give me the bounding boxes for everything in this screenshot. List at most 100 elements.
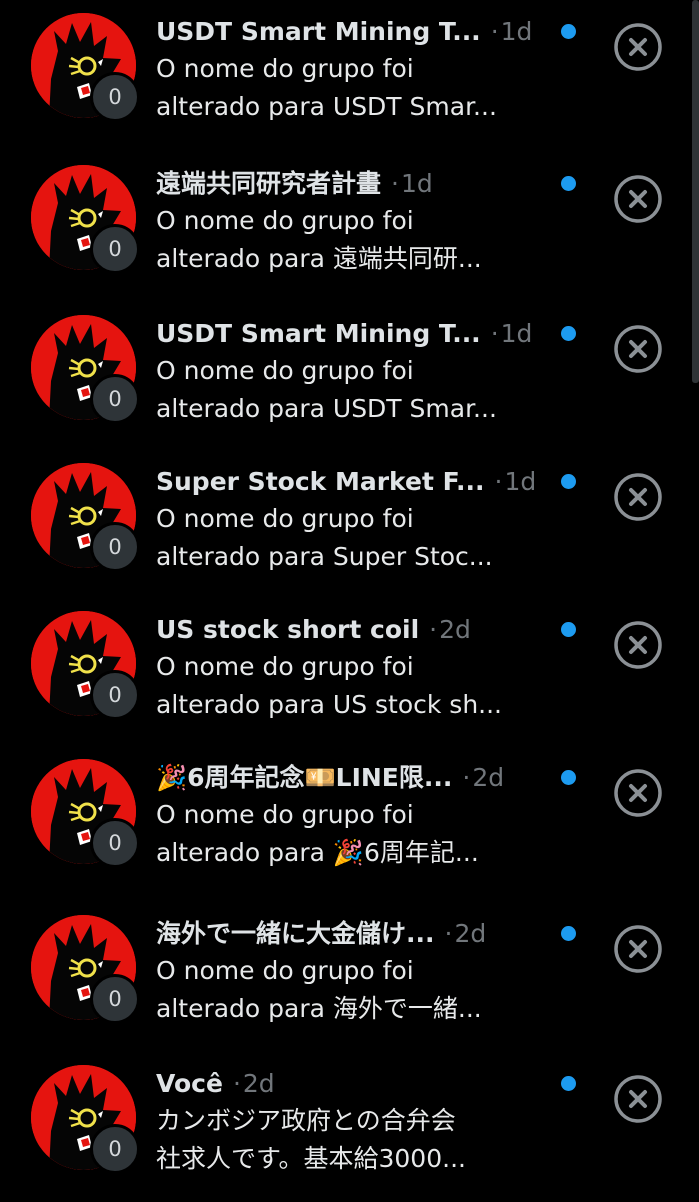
preview-line-2: alterado para 遠端共同研... — [156, 244, 482, 273]
message-preview: O nome do grupo foi alterado para USDT S… — [156, 50, 556, 126]
conversation-list: 0 USDT Smart Mining T... ·1d O nome do gr… — [0, 0, 699, 1200]
scrollbar[interactable] — [692, 0, 699, 1200]
count-badge: 0 — [90, 818, 140, 868]
avatar[interactable]: 0 — [31, 165, 140, 274]
avatar[interactable]: 0 — [31, 915, 140, 1024]
dismiss-button[interactable] — [613, 174, 663, 224]
dismiss-button[interactable] — [613, 620, 663, 670]
count-badge: 0 — [90, 522, 140, 572]
preview-line-1: カンボジア政府との合弁会 — [156, 1106, 456, 1135]
preview-line-2: alterado para 🎉6周年記... — [156, 838, 479, 867]
preview-line-1: O nome do grupo foi — [156, 800, 414, 829]
dismiss-button[interactable] — [613, 924, 663, 974]
close-circle-icon — [614, 175, 662, 223]
timestamp: 2d — [439, 615, 471, 644]
dismiss-button[interactable] — [613, 768, 663, 818]
conversation-row[interactable]: 0 遠端共同研究者計畫 ·1d O nome do grupo foi alter… — [0, 152, 692, 302]
timestamp: 1d — [500, 17, 533, 46]
preview-line-2: alterado para 海外で一緒... — [156, 994, 482, 1023]
avatar[interactable]: 0 — [31, 315, 140, 424]
conversation-row[interactable]: 0 🎉6周年記念💴LINE限... ·2d O nome do grupo foi… — [0, 746, 692, 896]
conversation-title: 遠端共同研究者計畫 — [156, 169, 382, 198]
count-badge: 0 — [90, 374, 140, 424]
dismiss-button[interactable] — [613, 472, 663, 522]
conversation-header: Super Stock Market F... ·1d — [156, 464, 556, 500]
conversation-row[interactable]: 0 Super Stock Market F... ·1d O nome do g… — [0, 450, 692, 600]
unread-indicator — [561, 622, 576, 637]
message-preview: O nome do grupo foi alterado para Super … — [156, 500, 556, 576]
unread-indicator — [561, 326, 576, 341]
preview-line-1: O nome do grupo foi — [156, 206, 414, 235]
conversation-row[interactable]: 0 USDT Smart Mining T... ·1d O nome do gr… — [0, 0, 692, 150]
dismiss-button[interactable] — [613, 324, 663, 374]
conversation-header: 🎉6周年記念💴LINE限... ·2d — [156, 760, 556, 796]
conversation-title: USDT Smart Mining T... — [156, 319, 481, 348]
separator-dot: · — [462, 763, 471, 792]
count-badge: 0 — [90, 224, 140, 274]
conversation-header: Você ·2d — [156, 1066, 556, 1102]
dismiss-button[interactable] — [613, 1074, 663, 1124]
conversation-header: 遠端共同研究者計畫 ·1d — [156, 166, 556, 202]
timestamp: 1d — [400, 169, 433, 198]
conversation-title: 海外で一緒に大金儲け... — [156, 919, 435, 948]
conversation-header: 海外で一緒に大金儲け... ·2d — [156, 916, 556, 952]
avatar[interactable]: 0 — [31, 1065, 140, 1174]
preview-line-2: alterado para USDT Smar... — [156, 394, 497, 423]
dismiss-button[interactable] — [613, 22, 663, 72]
avatar[interactable]: 0 — [31, 611, 140, 720]
unread-indicator — [561, 1076, 576, 1091]
separator-dot: · — [490, 319, 499, 348]
preview-line-2: alterado para Super Stoc... — [156, 542, 493, 571]
preview-line-1: O nome do grupo foi — [156, 652, 414, 681]
preview-line-2: alterado para US stock sh... — [156, 690, 503, 719]
count-badge: 0 — [90, 670, 140, 720]
close-circle-icon — [614, 769, 662, 817]
count-badge: 0 — [90, 72, 140, 122]
message-preview: O nome do grupo foi alterado para USDT S… — [156, 352, 556, 428]
separator-dot: · — [494, 467, 503, 496]
conversation-title: Você — [156, 1069, 223, 1098]
count-badge: 0 — [90, 1124, 140, 1174]
conversation-header: USDT Smart Mining T... ·1d — [156, 316, 556, 352]
conversation-row[interactable]: 0 USDT Smart Mining T... ·1d O nome do gr… — [0, 302, 692, 452]
conversation-title: USDT Smart Mining T... — [156, 17, 481, 46]
avatar[interactable]: 0 — [31, 463, 140, 572]
close-circle-icon — [614, 621, 662, 669]
count-badge: 0 — [90, 974, 140, 1024]
close-circle-icon — [614, 1075, 662, 1123]
conversation-title: Super Stock Market F... — [156, 467, 485, 496]
message-preview: O nome do grupo foi alterado para 遠端共同研.… — [156, 202, 556, 278]
scrollbar-thumb[interactable] — [692, 0, 699, 383]
preview-line-1: O nome do grupo foi — [156, 356, 414, 385]
conversation-header: US stock short coil ·2d — [156, 612, 556, 648]
preview-line-2: 社求人です。基本給3000... — [156, 1144, 466, 1173]
conversation-row[interactable]: 0 Você ·2d カンボジア政府との合弁会 社求人です。基本給3000... — [0, 1052, 692, 1202]
avatar[interactable]: 0 — [31, 759, 140, 868]
close-circle-icon — [614, 23, 662, 71]
separator-dot: · — [232, 1069, 241, 1098]
conversation-title: US stock short coil — [156, 615, 420, 644]
avatar[interactable]: 0 — [31, 13, 140, 122]
preview-line-1: O nome do grupo foi — [156, 504, 414, 533]
message-preview: O nome do grupo foi alterado para 海外で一緒.… — [156, 952, 556, 1028]
unread-indicator — [561, 926, 576, 941]
conversation-row[interactable]: 0 海外で一緒に大金儲け... ·2d O nome do grupo foi a… — [0, 902, 692, 1052]
unread-indicator — [561, 474, 576, 489]
separator-dot: · — [444, 919, 453, 948]
timestamp: 2d — [242, 1069, 275, 1098]
unread-indicator — [561, 24, 576, 39]
timestamp: 1d — [500, 319, 533, 348]
message-preview: O nome do grupo foi alterado para 🎉6周年記.… — [156, 796, 556, 872]
preview-line-1: O nome do grupo foi — [156, 956, 414, 985]
conversation-row[interactable]: 0 US stock short coil ·2d O nome do grupo… — [0, 598, 692, 748]
close-circle-icon — [614, 925, 662, 973]
close-circle-icon — [614, 473, 662, 521]
close-circle-icon — [614, 325, 662, 373]
timestamp: 2d — [472, 763, 505, 792]
timestamp: 2d — [454, 919, 487, 948]
preview-line-2: alterado para USDT Smar... — [156, 92, 497, 121]
timestamp: 1d — [504, 467, 537, 496]
unread-indicator — [561, 770, 576, 785]
separator-dot: · — [490, 17, 499, 46]
separator-dot: · — [429, 615, 438, 644]
